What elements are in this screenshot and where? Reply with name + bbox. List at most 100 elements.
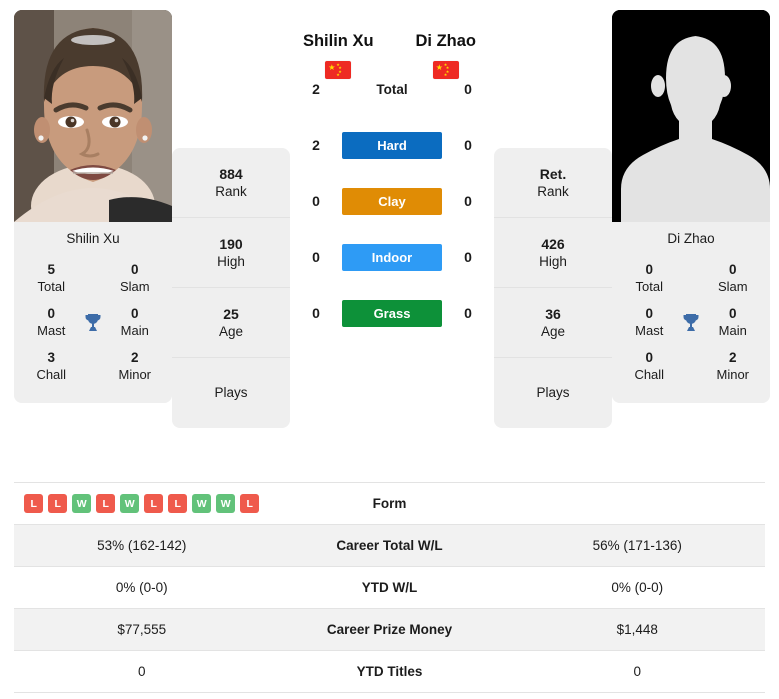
left-titles-main-value: 0 (131, 306, 139, 322)
comparison-header: Shilin Xu 5 Total 0 Slam 0 Mast 0 Main 3… (0, 0, 779, 428)
right-player-name[interactable]: Di Zhao (404, 32, 488, 51)
form-loss-badge[interactable]: L (24, 494, 44, 513)
right-flag-wrap: ★ ★ ★ ★ ★ (404, 61, 488, 79)
left-titles-mast-value: 0 (47, 306, 55, 322)
left-rank-cell: 884 Rank (172, 148, 290, 218)
right-ytd-titles: 0 (633, 664, 641, 679)
form-win-badge[interactable]: W (120, 494, 140, 513)
left-titles-chall: 3 Chall (26, 350, 77, 383)
form-loss-badge[interactable]: L (144, 494, 164, 513)
right-titles-mast-value: 0 (645, 306, 653, 322)
left-wins-grass: 0 (312, 305, 320, 321)
form-loss-badge[interactable]: L (48, 494, 68, 513)
form-loss-badge[interactable]: L (168, 494, 188, 513)
right-wins-grass: 0 (464, 305, 472, 321)
left-high-label: High (217, 253, 245, 269)
right-titles-total-value: 0 (645, 262, 653, 278)
left-age-cell: 25 Age (172, 288, 290, 358)
right-titles-total: 0 Total (624, 262, 675, 295)
right-high-cell: 426 High (494, 218, 612, 288)
right-titles-minor-label: Minor (716, 367, 750, 383)
right-high-label: High (539, 253, 567, 269)
right-high-value: 426 (541, 235, 565, 252)
right-rank-label: Rank (537, 183, 569, 199)
surface-badge-clay[interactable]: Clay (342, 187, 442, 215)
flag-star-large: ★ (435, 63, 443, 72)
right-wins-clay: 0 (464, 193, 472, 209)
table-row-ytd-w-l: 0% (0-0) YTD W/L 0% (0-0) (14, 567, 765, 609)
left-player-card[interactable]: Shilin Xu 5 Total 0 Slam 0 Mast 0 Main 3… (14, 10, 172, 403)
table-row-ytd-titles: 0 YTD Titles 0 (14, 651, 765, 693)
left-titles-slam-value: 0 (131, 262, 139, 278)
right-wins-total: 0 (464, 81, 472, 97)
left-plays-cell: Plays (172, 358, 290, 428)
right-titles-row-2: 0 Mast 0 Main (612, 301, 770, 345)
form-loss-badge[interactable]: L (96, 494, 116, 513)
right-titles-row-1: 0 Total 0 Slam (612, 257, 770, 301)
flag-star-large: ★ (328, 63, 336, 72)
left-titles-minor-value: 2 (131, 350, 139, 366)
right-career-total-w-l: 56% (171-136) (592, 538, 682, 553)
surface-badge-hard[interactable]: Hard (342, 131, 442, 159)
right-plays-label: Plays (536, 385, 570, 401)
table-row-career-prize-money: $77,555 Career Prize Money $1,448 (14, 609, 765, 651)
form-win-badge[interactable]: W (72, 494, 92, 513)
left-titles-mast: 0 Mast (26, 306, 77, 339)
left-titles-minor: 2 Minor (110, 350, 161, 383)
left-titles-row-2: 0 Mast 0 Main (14, 301, 172, 345)
surface-row-grass: 0 Grass 0 (290, 285, 494, 341)
form-row-label: Form (372, 496, 407, 511)
right-rank-value: Ret. (539, 165, 567, 182)
left-career-total-w-l: 53% (162-142) (97, 538, 187, 553)
left-flag-wrap: ★ ★ ★ ★ ★ (296, 61, 380, 79)
left-wins-clay: 0 (312, 193, 320, 209)
left-titles-slam: 0 Slam (110, 262, 161, 295)
right-wins-hard: 0 (464, 137, 472, 153)
left-high-value: 190 (219, 235, 243, 252)
flag-star-small: ★ (336, 72, 340, 77)
right-player-card[interactable]: Di Zhao 0 Total 0 Slam 0 Mast 0 Main 0 C… (612, 10, 770, 403)
left-titles-chall-label: Chall (36, 367, 67, 383)
left-age-value: 25 (223, 305, 239, 322)
right-ytd-w-l: 0% (0-0) (611, 580, 664, 595)
form-badge-group: LLWLWLLWWL (14, 494, 270, 513)
right-titles-chall: 0 Chall (624, 350, 675, 383)
right-titles-minor-value: 2 (729, 350, 737, 366)
right-titles-mast: 0 Mast (624, 306, 675, 339)
trophy-icon (77, 311, 110, 335)
left-titles-row-1: 5 Total 0 Slam (14, 257, 172, 301)
left-player-name[interactable]: Shilin Xu (296, 32, 380, 51)
left-titles-total: 5 Total (26, 262, 77, 295)
table-row-career-total-w-l: 53% (162-142) Career Total W/L 56% (171-13… (14, 525, 765, 567)
right-player-caption: Di Zhao (612, 222, 770, 255)
left-titles-total-value: 5 (47, 262, 55, 278)
right-titles-main-label: Main (718, 323, 747, 339)
surface-row-clay: 0 Clay 0 (290, 173, 494, 229)
left-titles-row-3: 3 Chall 2 Minor (14, 345, 172, 389)
right-wins-indoor: 0 (464, 249, 472, 265)
form-win-badge[interactable]: W (216, 494, 236, 513)
right-titles-slam-value: 0 (729, 262, 737, 278)
surface-badge-grass[interactable]: Grass (342, 299, 442, 327)
table-row-form: L L W L W L L W W L Form (14, 483, 765, 525)
left-titles-total-label: Total (37, 279, 65, 295)
right-career-prize-money: $1,448 (616, 622, 658, 637)
right-plays-cell: Plays (494, 358, 612, 428)
right-titles-total-label: Total (635, 279, 663, 295)
surface-breakdown-list: 2 Total 0 2 Hard 0 0 Clay 0 0 Indoor 0 0 Grass 0 (290, 61, 494, 341)
china-flag-icon: ★ ★ ★ ★ ★ (325, 61, 352, 79)
form-loss-badge[interactable]: L (240, 494, 260, 513)
left-plays-label: Plays (214, 385, 248, 401)
form-win-badge[interactable]: W (192, 494, 212, 513)
left-player-photo (14, 10, 172, 222)
china-flag-icon: ★ ★ ★ ★ ★ (432, 61, 459, 79)
right-titles-row-3: 0 Chall 2 Minor (612, 345, 770, 389)
left-wins-total: 2 (312, 81, 320, 97)
right-rank-card: Ret. Rank 426 High 36 Age Plays (494, 148, 612, 428)
surface-badge-indoor[interactable]: Indoor (342, 243, 442, 271)
right-titles-slam: 0 Slam (708, 262, 759, 295)
left-ytd-w-l: 0% (0-0) (115, 580, 168, 595)
left-titles-main: 0 Main (110, 306, 161, 339)
right-titles-mast-label: Mast (635, 323, 664, 339)
comparison-stats-table: L L W L W L L W W L Form 53% (162-142) Career Total … (14, 482, 765, 693)
